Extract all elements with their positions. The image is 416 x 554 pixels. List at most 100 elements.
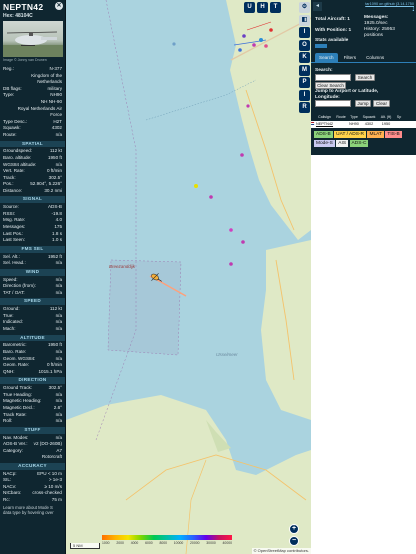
fms-value: 1952 ft: [47, 253, 62, 259]
map-button-o[interactable]: O: [299, 39, 310, 51]
settings-gear-icon[interactable]: ⚙: [299, 2, 310, 13]
details-key: Type Desc.:: [3, 118, 28, 124]
accuracy-key: NACv:: [3, 483, 17, 489]
github-link-line2[interactable]: ): [365, 6, 414, 10]
col-squawk[interactable]: Squawk: [360, 114, 378, 121]
direction-key: Magnetic Decl.:: [3, 404, 35, 410]
tab-filters[interactable]: Filters: [340, 53, 361, 62]
history-positions: positions: [364, 32, 383, 38]
stats-available[interactable]: Stats available: [315, 38, 348, 44]
spatial-value: n/a: [55, 161, 62, 167]
map-button-i[interactable]: I: [299, 27, 310, 38]
map-view[interactable]: Breezanddijk IJsselmeer U H T ⚙ ◧ I O K …: [66, 0, 311, 554]
map-button-m[interactable]: M: [299, 64, 310, 76]
source-legend: ADS-B UAT / ADS-R MLAT TIS-B Mode-S AIS ADS-C: [314, 131, 414, 147]
table-row[interactable]: NEPTN42 NH90 4302 1950: [311, 121, 416, 128]
details-key: Reg.:: [3, 66, 14, 71]
section-altitude[interactable]: ALTITUDE: [0, 334, 65, 342]
spatial-key: Vert. Rate:: [3, 168, 25, 174]
search-label: Search:: [315, 68, 333, 73]
details-key: Route:: [3, 131, 17, 137]
direction-value: n/a: [55, 411, 62, 417]
speed-key: Mach:: [3, 325, 16, 331]
section-speed[interactable]: SPEED: [0, 298, 65, 306]
helicopter-image: [3, 31, 63, 57]
jump-input[interactable]: [315, 99, 351, 107]
details-value: Kingdom of the: [31, 72, 62, 78]
tab-columns[interactable]: Columns: [362, 53, 388, 62]
accuracy-value: > 1e-3: [48, 477, 62, 483]
col-type[interactable]: Type: [348, 114, 360, 121]
signal-key: Messages:: [3, 224, 26, 230]
github-link[interactable]: tar1090 on github (3.14.1750 ): [365, 2, 414, 10]
direction-value: 302.5°: [48, 385, 62, 391]
accuracy-key: SIL:: [3, 477, 12, 483]
spatial-row: Track: 302.5°: [0, 175, 65, 182]
map-button-p[interactable]: P: [299, 77, 310, 88]
layers-icon[interactable]: ◧: [299, 14, 310, 26]
map-button-t[interactable]: T: [270, 2, 281, 13]
section-wind[interactable]: WIND: [0, 268, 65, 276]
map-button-u[interactable]: U: [244, 2, 255, 13]
details-key: DB flags:: [3, 85, 22, 91]
accuracy-row: SIL: > 1e-3: [0, 477, 65, 484]
fms-row: Sel. Head.: n/a: [0, 260, 65, 267]
aircraft-photo[interactable]: [3, 21, 63, 57]
altitude-row: Barometric: 1950 ft: [0, 342, 65, 349]
spatial-row: Distance: 30.2 nmi: [0, 188, 65, 195]
section-signal[interactable]: SIGNAL: [0, 196, 65, 204]
alt-label: 30000: [206, 541, 216, 545]
github-link-line1[interactable]: tar1090 on github (3.14.1750: [365, 2, 414, 6]
stuff-value: A7: [56, 447, 62, 453]
footer-help: Learn more about Mode S data type by hov…: [0, 504, 65, 517]
details-row: Royal Netherlands Air: [0, 106, 65, 113]
map-button-i2[interactable]: I: [299, 89, 310, 101]
stuff-value: n/a: [55, 434, 62, 440]
section-fms[interactable]: FMS SEL: [0, 245, 65, 253]
map-button-r[interactable]: R: [299, 102, 310, 113]
col-speed[interactable]: Sp: [394, 114, 404, 121]
spatial-key: Distance:: [3, 187, 23, 193]
direction-key: Magnetic Heading:: [3, 398, 42, 404]
signal-key: Source:: [3, 204, 19, 210]
zoom-in-button[interactable]: +: [289, 524, 299, 534]
altitude-row: Baro. Rate: n/a: [0, 349, 65, 356]
alt-label: 1000: [102, 541, 110, 545]
speed-key: True:: [3, 312, 14, 318]
map-attribution[interactable]: © OpenStreetMap contributors.: [251, 548, 311, 554]
search-input[interactable]: [315, 74, 351, 81]
close-icon[interactable]: ✕: [55, 2, 63, 10]
map-button-h[interactable]: H: [257, 2, 268, 13]
search-button[interactable]: Search: [355, 74, 375, 81]
map-top-buttons: U H T: [244, 2, 281, 13]
tab-search[interactable]: Search: [315, 53, 338, 62]
stats-chart-icon[interactable]: [315, 44, 327, 48]
scale-bar: 5 NM: [70, 543, 100, 549]
place-label-breezanddijk: Breezanddijk: [109, 264, 136, 269]
accuracy-key: NACp:: [3, 470, 17, 476]
aircraft-list-panel: ◂ tar1090 on github (3.14.1750 ) Total A…: [311, 0, 416, 554]
col-route[interactable]: Route: [334, 114, 348, 121]
accuracy-value: EPU < 10 m: [37, 470, 62, 476]
direction-list: Ground Track: 302.5° True Heading: n/a Magne…: [0, 385, 65, 425]
col-altitude[interactable]: Alt. (ft): [378, 114, 394, 121]
alt-label: 4000: [130, 541, 139, 545]
wind-value: n/a: [55, 276, 62, 282]
collapse-arrow-icon[interactable]: ◂: [313, 2, 322, 11]
clear-search-button[interactable]: Clear Search: [315, 81, 346, 89]
spatial-key: WGS84 altitude:: [3, 161, 37, 167]
clear-jump-button[interactable]: Clear: [373, 99, 390, 107]
jump-label: Jump to Airport or Latitude, Longitude:: [315, 89, 379, 100]
details-row: Type: NH90: [0, 92, 65, 99]
zoom-out-button[interactable]: −: [289, 536, 299, 546]
jump-button[interactable]: Jump: [355, 99, 371, 107]
col-callsign[interactable]: Callsign: [315, 114, 334, 121]
section-direction[interactable]: DIRECTION: [0, 377, 65, 385]
section-stuff[interactable]: STUFF: [0, 426, 65, 434]
spatial-row: Pos.: 52.904°, 5.226°: [0, 181, 65, 188]
section-accuracy[interactable]: ACCURACY: [0, 462, 65, 470]
section-spatial[interactable]: SPATIAL: [0, 140, 65, 148]
legend-chip: TIS-B: [385, 131, 402, 138]
row-callsign[interactable]: NEPTN42: [315, 121, 334, 128]
map-button-k[interactable]: K: [299, 52, 310, 63]
